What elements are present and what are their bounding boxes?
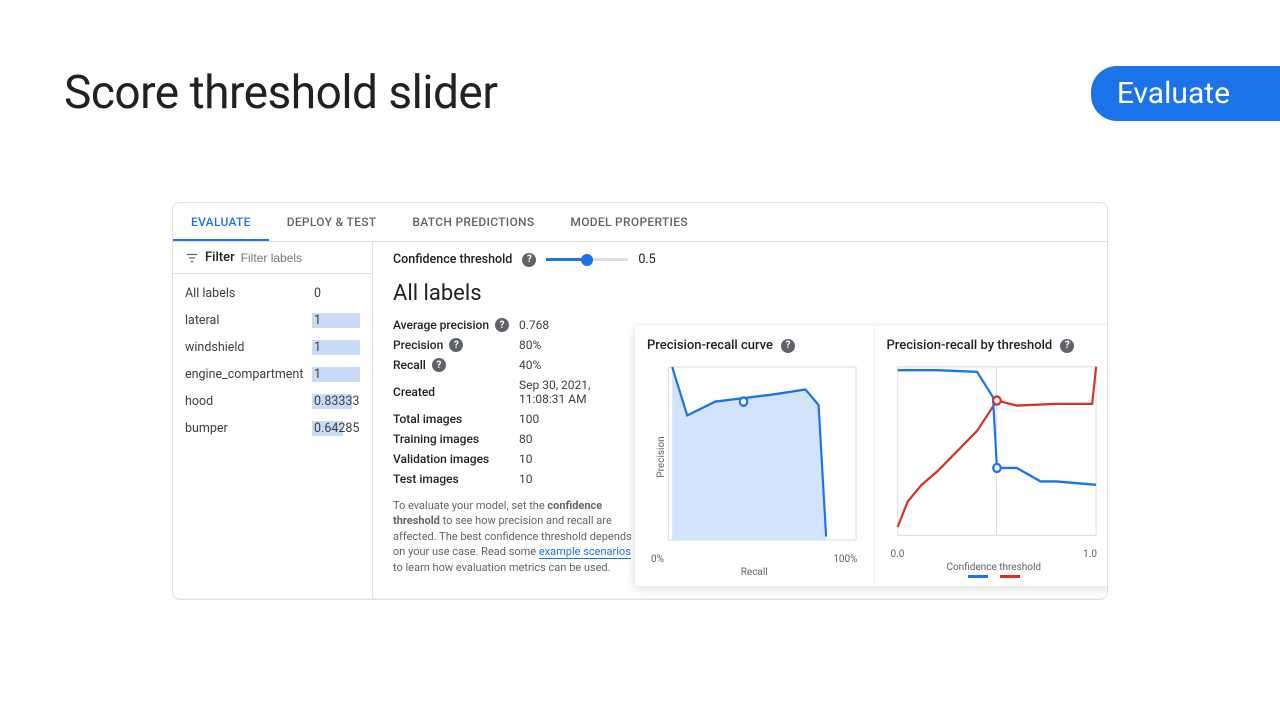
metric-training-k: Training images [393,432,513,446]
tabs: EVALUATE DEPLOY & TEST BATCH PREDICTIONS… [173,203,1107,242]
tab-batch-predictions[interactable]: BATCH PREDICTIONS [394,203,552,241]
label-value: 1 [312,367,321,382]
metric-avg-precision-v: 0.768 [519,318,633,332]
label-row[interactable]: windshield 1 [173,334,372,361]
label-row[interactable]: lateral 1 [173,307,372,334]
label-row[interactable]: hood 0.83333 [173,388,372,415]
chart-pr-curve-xlabel: Recall [647,567,862,578]
help-icon[interactable]: ? [781,339,795,353]
help-icon[interactable]: ? [522,253,536,267]
filter-row: Filter [173,242,372,274]
label-row[interactable]: engine_compartment 1 [173,361,372,388]
sidebar: Filter All labels 0lateral 1windshield 1… [173,242,373,598]
metric-validation-v: 10 [519,452,633,466]
tab-evaluate[interactable]: EVALUATE [173,203,269,241]
tab-model-properties[interactable]: MODEL PROPERTIES [552,203,705,241]
tick: 0% [651,554,664,565]
chart-pr-curve: Precision-recall curve ? Precision [635,326,875,586]
label-value: 0 [312,286,321,301]
label-name: hood [185,394,213,409]
threshold-label: Confidence threshold [393,252,512,267]
label-list: All labels 0lateral 1windshield 1engine_… [173,274,372,448]
slider-thumb[interactable] [581,254,593,266]
metrics-table: Average precision? 0.768 Precision? 80% … [393,318,633,486]
label-row[interactable]: All labels 0 [173,280,372,307]
tick: 1.0 [1083,549,1097,560]
label-value: 1 [312,340,321,355]
label-name: lateral [185,313,219,328]
chart-pr-threshold-plot [887,361,1102,547]
metric-total-k: Total images [393,412,513,426]
metric-test-k: Test images [393,472,513,486]
label-value: 0.64285 [312,421,359,436]
label-value: 0.83333 [312,394,359,409]
metric-validation-k: Validation images [393,452,513,466]
chart-pr-threshold-xlabel: Confidence threshold [887,562,1102,573]
help-icon[interactable]: ? [495,318,509,332]
metric-total-v: 100 [519,412,633,426]
tab-deploy-test[interactable]: DEPLOY & TEST [269,203,395,241]
metric-recall-v: 40% [519,358,633,372]
metric-created-v: Sep 30, 2021, 11:08:31 AM [519,378,633,406]
chart-pr-threshold: Precision-recall by threshold ? [875,326,1109,586]
label-value: 1 [312,313,321,328]
help-icon[interactable]: ? [449,338,463,352]
help-text: To evaluate your model, set the confiden… [393,498,633,575]
metric-test-v: 10 [519,472,633,486]
chart-pr-curve-ylabel: Precision [656,436,667,477]
label-name: All labels [185,286,235,301]
help-icon[interactable]: ? [432,358,446,372]
metric-avg-precision-k: Average precision [393,318,489,332]
label-name: engine_compartment [185,367,303,382]
console-panel: EVALUATE DEPLOY & TEST BATCH PREDICTIONS… [172,202,1108,600]
charts-panel: Precision-recall curve ? Precision [635,326,1108,586]
label-name: windshield [185,340,244,355]
metric-created-k: Created [393,378,513,406]
chart-pr-threshold-title: Precision-recall by threshold [887,338,1053,353]
threshold-row: Confidence threshold ? 0.5 [393,252,1087,267]
page-title: Score threshold slider [64,66,497,120]
chart-pr-curve-plot: Precision [647,361,862,552]
label-name: bumper [185,421,228,436]
tick: 100% [833,554,857,565]
metric-precision-k: Precision [393,338,443,352]
metric-recall-k: Recall [393,358,426,372]
main-panel: Confidence threshold ? 0.5 All labels Av… [373,242,1107,598]
label-row[interactable]: bumper 0.64285 [173,415,372,442]
chart-legend [887,575,1102,578]
section-title: All labels [393,281,1087,306]
help-icon[interactable]: ? [1060,339,1074,353]
threshold-value: 0.5 [638,252,655,267]
filter-label: Filter [205,250,235,265]
metric-precision-v: 80% [519,338,633,352]
chart-pr-curve-title: Precision-recall curve [647,338,773,353]
confidence-slider[interactable] [546,253,628,267]
tick: 0.0 [891,549,905,560]
metric-training-v: 80 [519,432,633,446]
evaluate-pill: Evaluate [1091,66,1280,121]
filter-icon [185,251,199,265]
example-scenarios-link[interactable]: example scenarios [539,545,631,559]
